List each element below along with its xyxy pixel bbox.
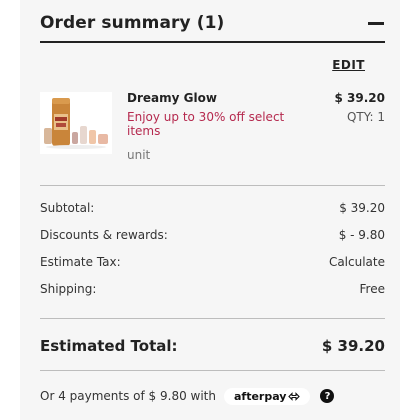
item-price: $ 39.20: [334, 91, 385, 105]
afterpay-row: Or 4 payments of $ 9.80 with afterpay ?: [40, 386, 385, 406]
subtotal-value: $ 39.20: [339, 201, 385, 215]
discounts-label: Discounts & rewards:: [40, 228, 168, 242]
shipping-label: Shipping:: [40, 282, 97, 296]
estimated-total-row: Estimated Total: $ 39.20: [40, 334, 385, 358]
product-image: [40, 92, 112, 154]
order-summary-title: Order summary (1): [40, 13, 225, 33]
order-summary-header[interactable]: Order summary (1): [40, 5, 385, 43]
shipping-row: Shipping: Free: [40, 280, 385, 298]
order-summary-panel: Order summary (1) EDIT Dreamy Glow Enjoy…: [20, 0, 400, 420]
afterpay-logo: afterpay: [224, 387, 311, 405]
calculate-tax-link[interactable]: Calculate: [329, 255, 385, 269]
tax-label: Estimate Tax:: [40, 255, 121, 269]
divider: [40, 370, 385, 371]
discounts-value: $ - 9.80: [338, 228, 385, 242]
order-item: Dreamy Glow Enjoy up to 30% off select i…: [40, 86, 385, 166]
subtotal-label: Subtotal:: [40, 201, 95, 215]
collapse-minus-icon[interactable]: [367, 16, 385, 30]
info-icon[interactable]: ?: [320, 389, 335, 403]
edit-link[interactable]: EDIT: [332, 58, 365, 72]
product-thumbnail[interactable]: [40, 92, 112, 154]
installments-text: Or 4 payments of $ 9.80 with: [40, 389, 216, 403]
tax-row: Estimate Tax: Calculate: [40, 253, 385, 271]
shipping-value: Free: [359, 282, 385, 296]
estimated-total-value: $ 39.20: [321, 337, 385, 355]
subtotal-row: Subtotal: $ 39.20: [40, 199, 385, 217]
item-unit: unit: [127, 148, 151, 162]
divider: [40, 185, 385, 186]
item-quantity: QTY: 1: [346, 110, 385, 124]
estimated-total-label: Estimated Total:: [40, 337, 178, 355]
afterpay-arrows-icon: [288, 391, 301, 401]
afterpay-wordmark: afterpay: [234, 389, 287, 403]
item-name[interactable]: Dreamy Glow: [127, 91, 217, 105]
discounts-row: Discounts & rewards: $ - 9.80: [40, 226, 385, 244]
item-promo-text: Enjoy up to 30% off select items: [127, 110, 285, 138]
divider: [40, 318, 385, 319]
